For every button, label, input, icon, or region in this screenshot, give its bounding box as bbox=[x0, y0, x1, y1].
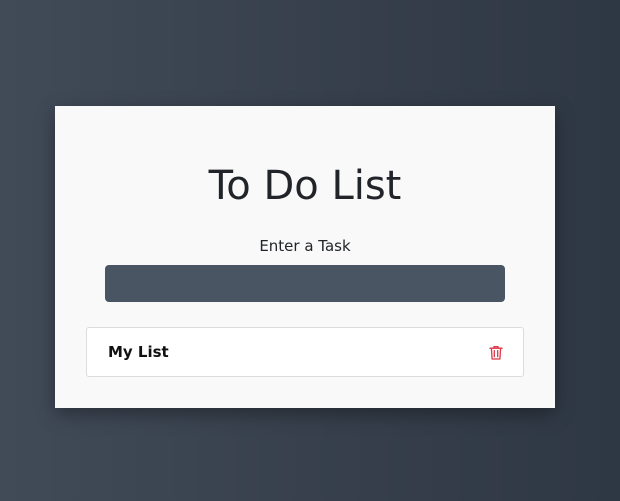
trash-icon[interactable] bbox=[487, 343, 505, 361]
todo-card: To Do List Enter a Task My List bbox=[55, 106, 555, 408]
task-input[interactable] bbox=[105, 265, 505, 302]
page-title: To Do List bbox=[208, 163, 402, 209]
list-item-label: My List bbox=[108, 343, 169, 361]
task-input-label: Enter a Task bbox=[259, 237, 351, 255]
list-item[interactable]: My List bbox=[86, 327, 524, 377]
